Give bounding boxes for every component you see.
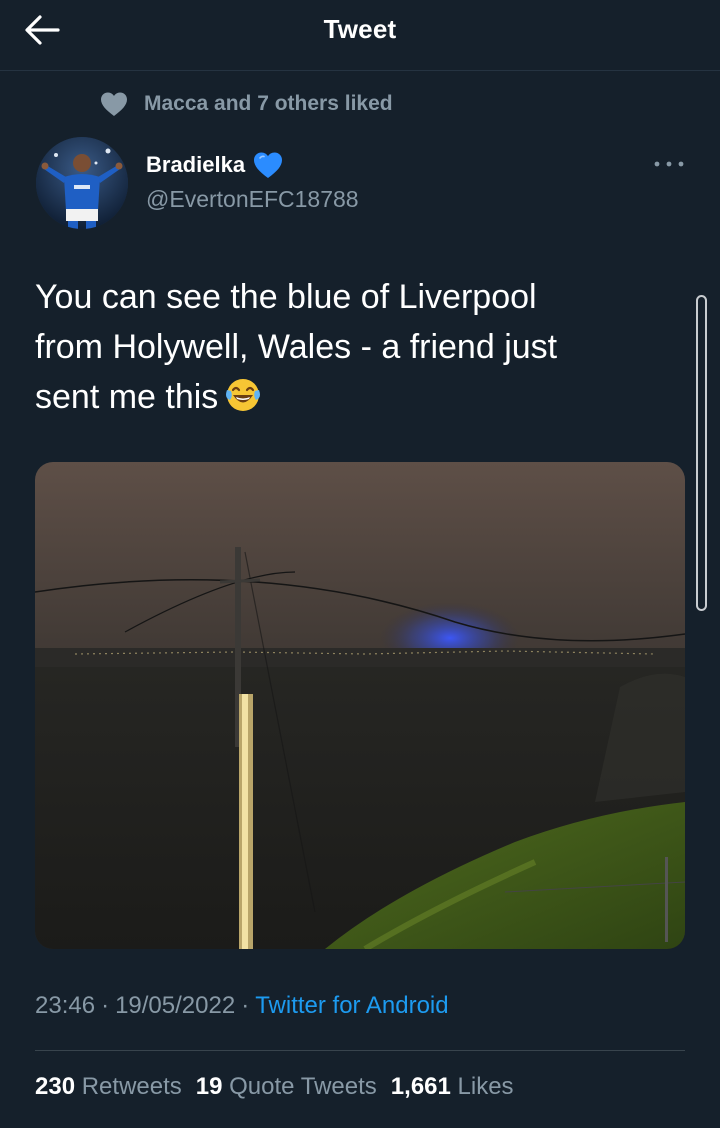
more-options-button[interactable] — [650, 152, 688, 176]
author-name[interactable]: Bradielka — [146, 151, 283, 179]
tweet-text: You can see the blue of Liverpool from H… — [35, 272, 675, 422]
quote-tweets-label: Quote Tweets — [229, 1073, 377, 1100]
tweet-detail-screen: Tweet Macca and 7 others liked Bradielka… — [0, 0, 720, 1128]
page-title: Tweet — [323, 14, 397, 44]
tweet-text-line: from Holywell, Wales - a friend just — [35, 328, 558, 366]
likes-label: Likes — [457, 1073, 514, 1100]
avatar-image — [36, 137, 128, 229]
retweets-stat[interactable]: 230 Retweets — [35, 1073, 182, 1101]
header-divider — [0, 70, 720, 71]
top-bar: Tweet — [0, 0, 720, 62]
tweet-text-line: sent me this — [35, 372, 675, 422]
retweets-count: 230 — [35, 1073, 76, 1100]
heart-icon — [101, 92, 127, 116]
divider — [35, 1050, 685, 1051]
tweet-text-line-content: sent me this — [35, 378, 219, 416]
likes-stat[interactable]: 1,661 Likes — [391, 1073, 514, 1101]
face-with-tears-of-joy-icon — [226, 379, 261, 411]
likes-count: 1,661 — [390, 1073, 451, 1100]
more-dots-icon — [654, 161, 684, 167]
social-context-text: Macca and 7 others liked — [144, 92, 393, 115]
night-landscape-image — [35, 462, 685, 949]
avatar[interactable] — [36, 137, 128, 229]
display-name-text: Bradielka — [146, 152, 246, 177]
tweet-time[interactable]: 23:46 — [35, 992, 95, 1019]
tweet-photo[interactable] — [35, 462, 685, 949]
tweet-timestamp: 23:46 · 19/05/2022 · Twitter for Android — [35, 992, 449, 1020]
quote-tweets-stat[interactable]: 19 Quote Tweets — [196, 1073, 377, 1101]
blue-heart-icon — [254, 152, 283, 178]
engagement-stats: 230 Retweets 19 Quote Tweets 1,661 Likes — [35, 1073, 528, 1101]
quote-tweets-count: 19 — [195, 1073, 223, 1100]
source-link[interactable]: Twitter for Android — [255, 992, 448, 1019]
scrollbar[interactable] — [696, 295, 707, 611]
author-handle[interactable]: @EvertonEFC18788 — [146, 186, 359, 213]
separator: · — [241, 992, 250, 1019]
retweets-label: Retweets — [81, 1073, 182, 1100]
tweet-text-line: You can see the blue of Liverpool — [35, 278, 537, 316]
separator: · — [101, 992, 110, 1019]
social-context[interactable]: Macca and 7 others liked — [100, 88, 393, 120]
tweet-date[interactable]: 19/05/2022 — [115, 992, 235, 1019]
